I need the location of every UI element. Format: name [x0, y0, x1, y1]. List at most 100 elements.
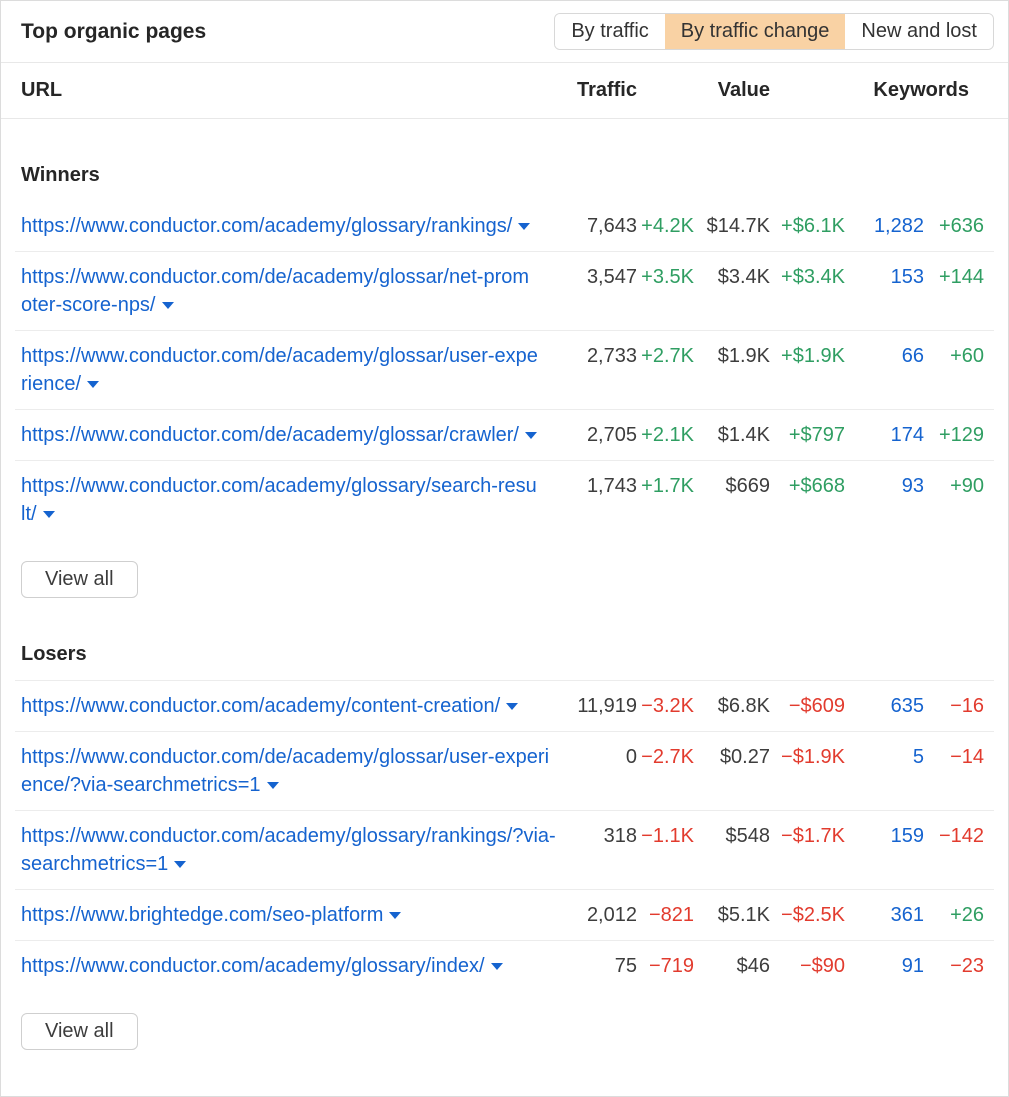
- traffic-value: 0: [559, 743, 637, 771]
- value-value: $3.4K: [694, 263, 770, 291]
- traffic-value: 7,643: [559, 212, 637, 240]
- caret-down-icon[interactable]: [43, 511, 55, 518]
- section-heading: Losers: [1, 598, 1008, 680]
- value-value: $1.9K: [694, 342, 770, 370]
- keywords-change: +144: [924, 263, 984, 291]
- value-change: +$3.4K: [770, 263, 845, 291]
- traffic-value: 3,547: [559, 263, 637, 291]
- value-change: −$1.9K: [770, 743, 845, 771]
- value-change: +$6.1K: [770, 212, 845, 240]
- view-all-button[interactable]: View all: [21, 1013, 138, 1050]
- url-cell: https://www.conductor.com/de/academy/glo…: [21, 421, 559, 449]
- top-organic-pages-panel: Top organic pages By trafficBy traffic c…: [0, 0, 1009, 1097]
- table-row: https://www.brightedge.com/seo-platform 2…: [15, 889, 994, 940]
- page-url-link[interactable]: https://www.conductor.com/academy/glossa…: [21, 215, 512, 237]
- caret-down-icon[interactable]: [267, 782, 279, 789]
- section-losers: Losers https://www.conductor.com/academy/…: [1, 598, 1008, 1050]
- page-url-link[interactable]: https://www.conductor.com/de/academy/glo…: [21, 266, 529, 316]
- value-value: $1.4K: [694, 421, 770, 449]
- keywords-change: −142: [924, 822, 984, 850]
- caret-down-icon[interactable]: [174, 861, 186, 868]
- section-winners: Winners https://www.conductor.com/academy…: [1, 119, 1008, 598]
- value-change: −$90: [770, 952, 845, 980]
- keywords-change: −23: [924, 952, 984, 980]
- keywords-change: −14: [924, 743, 984, 771]
- traffic-change: −2.7K: [637, 743, 694, 771]
- traffic-value: 2,012: [559, 901, 637, 929]
- page-url-link[interactable]: https://www.brightedge.com/seo-platform: [21, 904, 383, 926]
- value-value: $46: [694, 952, 770, 980]
- traffic-value: 11,919: [559, 692, 637, 720]
- table-row: https://www.conductor.com/de/academy/glo…: [15, 731, 994, 810]
- keywords-change: +60: [924, 342, 984, 370]
- traffic-value: 2,733: [559, 342, 637, 370]
- tab-by-traffic-change[interactable]: By traffic change: [665, 14, 846, 49]
- caret-down-icon[interactable]: [87, 381, 99, 388]
- view-mode-tabs: By trafficBy traffic changeNew and lost: [554, 13, 994, 50]
- keywords-link[interactable]: 93: [845, 472, 924, 500]
- keywords-link[interactable]: 153: [845, 263, 924, 291]
- keywords-change: +636: [924, 212, 984, 240]
- keywords-change: −16: [924, 692, 984, 720]
- traffic-value: 2,705: [559, 421, 637, 449]
- caret-down-icon[interactable]: [491, 963, 503, 970]
- url-cell: https://www.conductor.com/academy/glossa…: [21, 952, 559, 980]
- traffic-value: 318: [559, 822, 637, 850]
- value-value: $0.27: [694, 743, 770, 771]
- keywords-change: +26: [924, 901, 984, 929]
- section-heading: Winners: [1, 119, 1008, 201]
- view-all-button[interactable]: View all: [21, 561, 138, 598]
- keywords-link[interactable]: 361: [845, 901, 924, 929]
- page-url-link[interactable]: https://www.conductor.com/academy/glossa…: [21, 955, 485, 977]
- keywords-link[interactable]: 5: [845, 743, 924, 771]
- caret-down-icon[interactable]: [506, 703, 518, 710]
- column-header-value: Value: [694, 79, 770, 102]
- keywords-link[interactable]: 174: [845, 421, 924, 449]
- traffic-change: −1.1K: [637, 822, 694, 850]
- column-header-url: URL: [21, 79, 559, 102]
- traffic-change: −719: [637, 952, 694, 980]
- keywords-link[interactable]: 1,282: [845, 212, 924, 240]
- page-url-link[interactable]: https://www.conductor.com/de/academy/glo…: [21, 746, 549, 796]
- page-url-link[interactable]: https://www.conductor.com/academy/conten…: [21, 695, 500, 717]
- traffic-change: +2.1K: [637, 421, 694, 449]
- keywords-change: +90: [924, 472, 984, 500]
- keywords-link[interactable]: 159: [845, 822, 924, 850]
- keywords-link[interactable]: 635: [845, 692, 924, 720]
- caret-down-icon[interactable]: [162, 302, 174, 309]
- table-row: https://www.conductor.com/de/academy/glo…: [15, 409, 994, 460]
- table-row: https://www.conductor.com/academy/glossa…: [15, 940, 994, 991]
- tab-new-and-lost[interactable]: New and lost: [845, 14, 993, 49]
- table-header: URL Traffic Value Keywords: [1, 63, 1008, 119]
- url-cell: https://www.conductor.com/de/academy/glo…: [21, 263, 559, 319]
- value-value: $5.1K: [694, 901, 770, 929]
- traffic-change: −3.2K: [637, 692, 694, 720]
- keywords-change: +129: [924, 421, 984, 449]
- table-row: https://www.conductor.com/academy/glossa…: [15, 460, 994, 539]
- keywords-link[interactable]: 91: [845, 952, 924, 980]
- value-change: +$1.9K: [770, 342, 845, 370]
- panel-header: Top organic pages By trafficBy traffic c…: [1, 1, 1008, 63]
- url-cell: https://www.conductor.com/academy/glossa…: [21, 212, 559, 240]
- url-cell: https://www.conductor.com/de/academy/glo…: [21, 743, 559, 799]
- table-row: https://www.conductor.com/academy/glossa…: [15, 201, 994, 251]
- caret-down-icon[interactable]: [389, 912, 401, 919]
- page-url-link[interactable]: https://www.conductor.com/academy/glossa…: [21, 475, 537, 525]
- traffic-change: +1.7K: [637, 472, 694, 500]
- caret-down-icon[interactable]: [518, 223, 530, 230]
- value-value: $6.8K: [694, 692, 770, 720]
- tab-by-traffic[interactable]: By traffic: [555, 14, 664, 49]
- page-url-link[interactable]: https://www.conductor.com/academy/glossa…: [21, 825, 556, 875]
- value-value: $669: [694, 472, 770, 500]
- value-change: +$668: [770, 472, 845, 500]
- url-cell: https://www.brightedge.com/seo-platform: [21, 901, 559, 929]
- url-cell: https://www.conductor.com/academy/glossa…: [21, 472, 559, 528]
- value-value: $548: [694, 822, 770, 850]
- column-header-traffic: Traffic: [559, 79, 637, 102]
- page-url-link[interactable]: https://www.conductor.com/de/academy/glo…: [21, 424, 519, 446]
- value-change: +$797: [770, 421, 845, 449]
- sections-container: Winners https://www.conductor.com/academy…: [1, 119, 1008, 1050]
- table-row: https://www.conductor.com/de/academy/glo…: [15, 330, 994, 409]
- keywords-link[interactable]: 66: [845, 342, 924, 370]
- caret-down-icon[interactable]: [525, 432, 537, 439]
